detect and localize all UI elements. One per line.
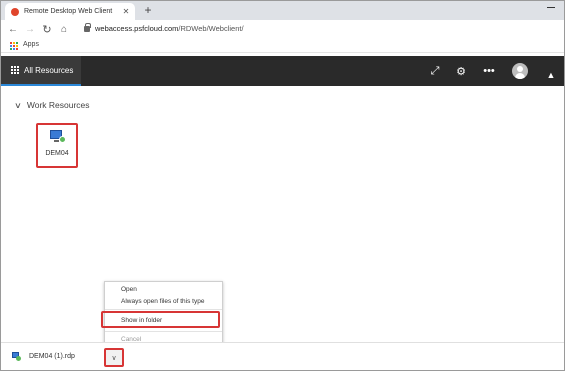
tab-title: Remote Desktop Web Client: [24, 8, 113, 15]
menu-item-always-open[interactable]: Always open files of this type: [105, 296, 222, 307]
apps-bookmark[interactable]: Apps: [23, 41, 39, 48]
download-menu-button[interactable]: ∨: [104, 348, 124, 367]
remote-desktop-icon: [50, 130, 66, 144]
app-header: All Resources ⤢ ⚙ ••• ▲: [1, 56, 564, 86]
user-avatar-icon[interactable]: [512, 63, 528, 79]
minimize-icon[interactable]: [547, 7, 555, 8]
url-host: webaccess.psfcloud.com: [95, 24, 179, 33]
grid-icon: [11, 66, 19, 74]
menu-item-open[interactable]: Open: [105, 284, 222, 295]
bookmarks-bar: Apps: [1, 40, 564, 53]
all-resources-label: All Resources: [24, 65, 74, 75]
lock-icon[interactable]: [84, 23, 91, 32]
all-resources-tab[interactable]: All Resources: [1, 56, 81, 86]
resource-label: DEM04: [45, 150, 69, 157]
url-path: /RDWeb/Webclient/: [178, 24, 244, 33]
more-options-icon[interactable]: •••: [479, 56, 499, 86]
resource-tile-dem04[interactable]: DEM04: [36, 123, 78, 168]
back-icon[interactable]: ←: [7, 22, 19, 38]
menu-divider: [105, 309, 222, 310]
apps-icon[interactable]: [10, 42, 18, 50]
menu-divider: [105, 331, 222, 332]
home-icon[interactable]: ⌂: [58, 22, 70, 38]
download-bar: DEM04 (1).rdp ∨: [1, 342, 564, 370]
chevron-down-icon: ∨: [14, 100, 22, 110]
reload-icon[interactable]: ↻: [41, 22, 53, 38]
browser-toolbar: ← → ↻ ⌂ webaccess.psfcloud.com/RDWeb/Web…: [1, 20, 564, 40]
new-tab-button[interactable]: +: [141, 2, 155, 19]
gear-icon[interactable]: ⚙: [451, 56, 471, 86]
browser-tab[interactable]: Remote Desktop Web Client ✕: [5, 3, 135, 20]
forward-icon[interactable]: →: [24, 22, 36, 38]
address-bar[interactable]: webaccess.psfcloud.com/RDWeb/Webclient/: [95, 24, 244, 33]
download-file-name[interactable]: DEM04 (1).rdp: [29, 353, 75, 360]
close-tab-icon[interactable]: ✕: [120, 7, 132, 16]
favicon-icon: [11, 7, 19, 16]
highlight-box: [101, 311, 220, 328]
section-title: Work Resources: [26, 100, 90, 110]
chevron-up-icon[interactable]: ▲: [541, 60, 561, 90]
fullscreen-icon[interactable]: ⤢: [425, 56, 445, 86]
rdp-file-icon: [12, 352, 21, 361]
work-resources-header[interactable]: ∨ Work Resources: [14, 100, 90, 110]
browser-tabstrip: Remote Desktop Web Client ✕ +: [1, 1, 564, 20]
